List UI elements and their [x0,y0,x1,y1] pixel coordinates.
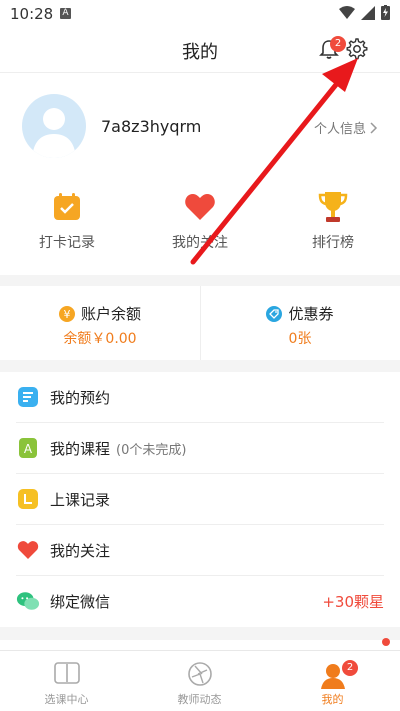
menu-label: 我的预约 [50,388,111,407]
menu-sublabel: (0个未完成) [116,442,187,458]
book-icon [53,662,80,684]
username: 7a8z3hyqrm [101,117,202,136]
appointment-icon [16,385,40,409]
wechat-icon [16,589,40,613]
aperture-icon [187,662,212,686]
heart-icon [16,538,40,562]
menu-item-courses[interactable]: A 我的课程 (0个未完成) [16,423,384,474]
my-follows-button[interactable]: 我的关注 [140,188,260,252]
course-icon: A [16,436,40,460]
bottom-tabbar: 选课中心 教师动态 2 我的 [0,650,400,711]
checkin-record-button[interactable]: 打卡记录 [7,188,127,252]
trophy-icon [318,192,348,222]
settings-button[interactable] [346,38,368,64]
menu-label: 上课记录 [50,490,111,509]
status-time: 10:28 [10,5,54,23]
tab-label: 我的 [321,693,344,706]
default-avatar-icon [32,108,76,158]
coupon-card[interactable]: 优惠券 0张 [200,286,400,360]
menu-item-class-records[interactable]: 上课记录 [16,474,384,525]
menu-label: 绑定微信 [50,592,111,611]
status-bar: 10:28 A [0,0,400,28]
notification-a-icon: A [60,8,71,19]
heart-icon [185,194,215,220]
tab-mine[interactable]: 2 我的 [266,651,399,711]
personal-info-label: 个人信息 [313,122,366,137]
account-balance-title: 账户余额 [80,305,141,323]
menu-item-appointments[interactable]: 我的预约 [16,372,384,423]
tab-label: 选课中心 [44,693,89,706]
svg-text:A: A [24,442,33,456]
account-balance-card[interactable]: ¥ 账户余额 余额￥0.00 [0,286,200,360]
menu-item-bind-wechat[interactable]: 绑定微信 +30颗星 [16,576,384,626]
mine-badge: 2 [342,660,358,676]
profile-section: 7a8z3hyqrm 个人信息 打卡记录 我的关注 排行榜 [0,73,400,275]
menu-label: 我的关注 [50,541,111,560]
notification-badge: 2 [330,36,346,52]
wechat-reward: +30颗星 [322,592,384,611]
status-icons [339,5,390,20]
account-balance-value: 余额￥0.00 [63,331,137,347]
calendar-check-icon [54,193,80,220]
coupon-tag-icon [266,305,283,322]
coupon-title: 优惠券 [288,305,334,323]
quick-label: 排行榜 [312,235,354,251]
balance-section: ¥ 账户余额 余额￥0.00 优惠券 0张 [0,286,400,360]
quick-label: 打卡记录 [39,235,95,251]
menu-label: 我的课程 [50,439,111,458]
menu-list: 我的预约 A 我的课程 (0个未完成) 上课记录 我的关注 绑定微信 +30颗星 [0,372,400,627]
gear-icon [346,38,368,60]
wifi-icon [339,5,355,19]
tab-course-center[interactable]: 选课中心 [0,651,133,711]
avatar[interactable] [22,94,86,158]
notification-button[interactable]: 2 [318,36,346,64]
quick-label: 我的关注 [172,235,228,251]
signal-icon [361,5,375,20]
coupon-value: 0张 [288,331,312,347]
svg-text:¥: ¥ [63,308,70,321]
tab-teacher-news[interactable]: 教师动态 [133,651,266,711]
tab-label: 教师动态 [177,693,222,706]
battery-icon [381,5,390,20]
personal-info-link[interactable]: 个人信息 [314,118,378,137]
clock-icon [16,487,40,511]
menu-item-follows[interactable]: 我的关注 [16,525,384,576]
red-dot [382,638,390,646]
page-header: 我的 2 [0,28,400,73]
leaderboard-button[interactable]: 排行榜 [273,188,393,252]
yen-coin-icon: ¥ [58,305,75,322]
chevron-right-icon [370,121,378,134]
